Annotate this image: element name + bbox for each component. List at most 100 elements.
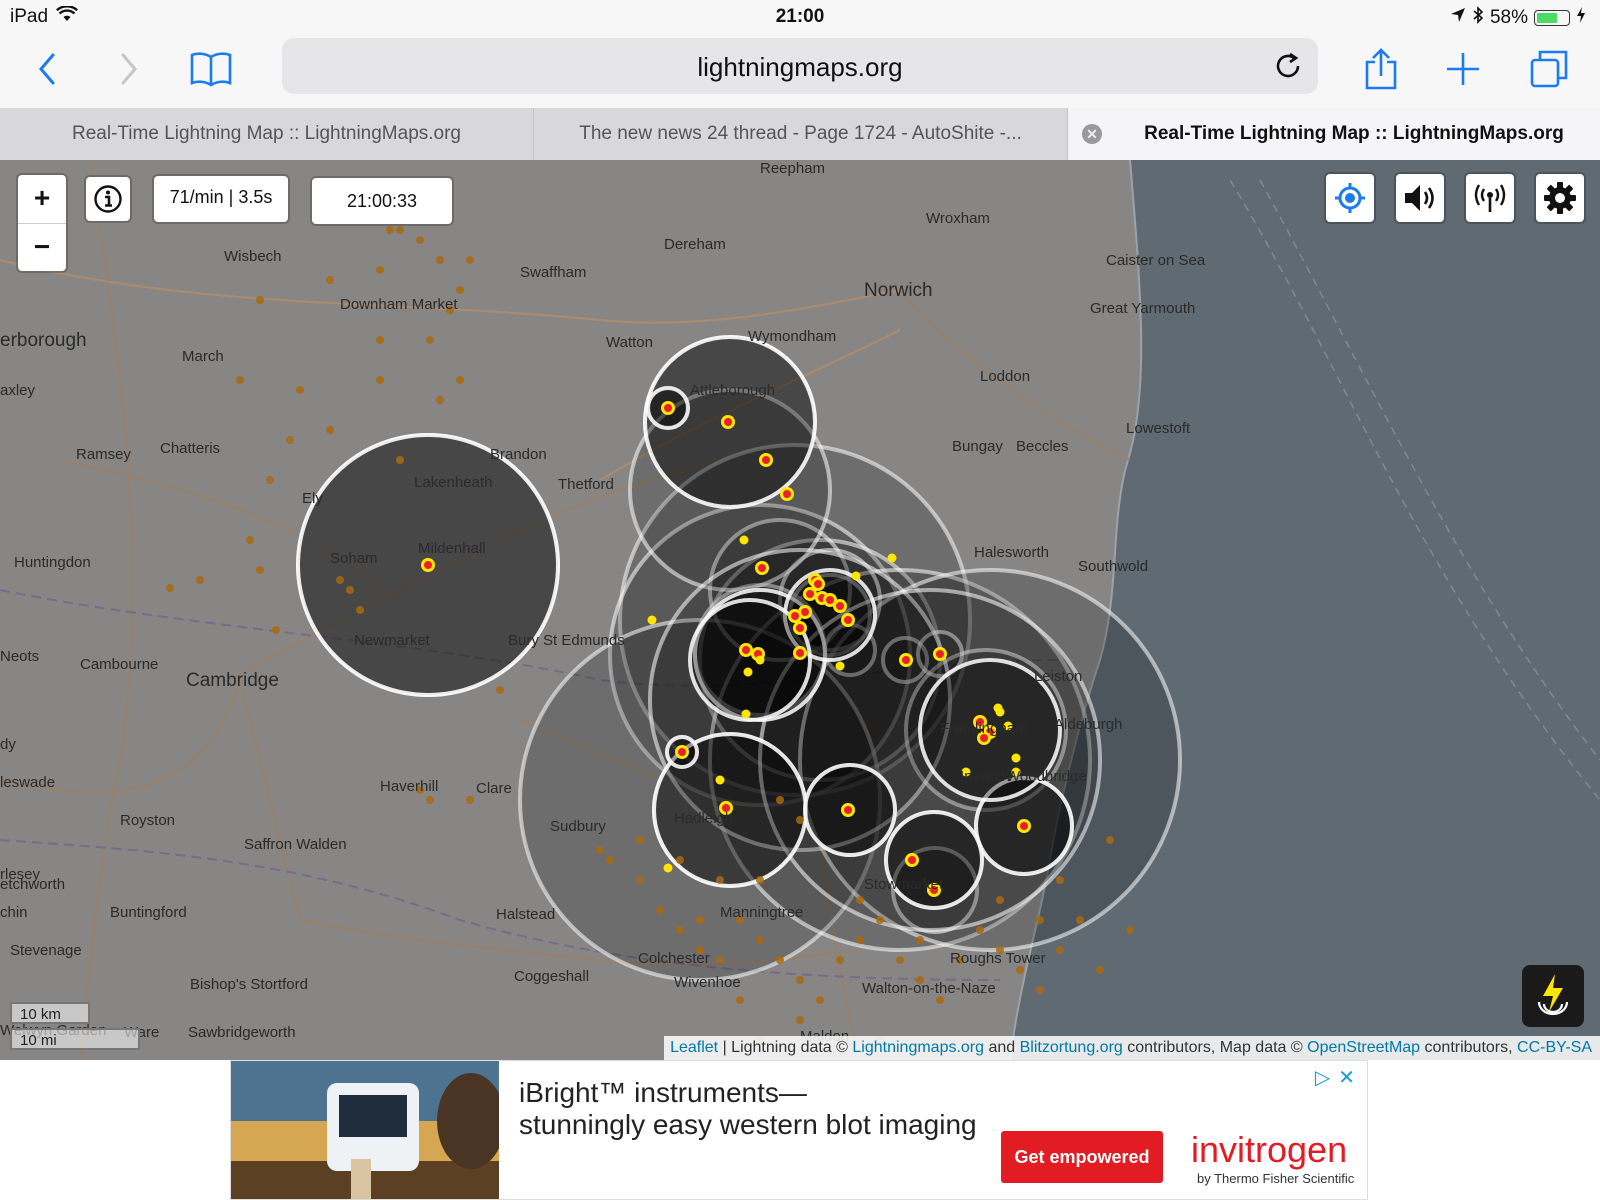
place-label: leswade	[0, 774, 56, 791]
place-label: Wisbech	[224, 248, 282, 265]
old-strike-dot	[1036, 986, 1044, 994]
place-label: Mildenhall	[418, 540, 486, 557]
speaker-icon	[1405, 185, 1434, 211]
old-strike-dot	[756, 936, 764, 944]
old-strike-dot	[636, 876, 644, 884]
old-strike-dot	[376, 266, 384, 274]
place-label: Huntingdon	[14, 554, 91, 571]
strike-dot	[678, 748, 686, 756]
place-label: March	[182, 348, 224, 365]
place-label: Haverhill	[380, 778, 439, 795]
charging-icon	[1576, 7, 1586, 29]
place-label: Sudbury	[550, 818, 606, 835]
strike-dot	[844, 616, 852, 624]
old-strike-dot	[336, 576, 344, 584]
recent-strike-dot	[715, 775, 725, 785]
recent-strike-dot	[755, 655, 765, 665]
ad-close-icon[interactable]: ✕	[1338, 1065, 1355, 1090]
old-strike-dot	[246, 536, 254, 544]
settings-button[interactable]	[1536, 174, 1584, 222]
old-strike-dot	[356, 606, 364, 614]
place-label: Beccles	[1016, 438, 1069, 455]
attribution-text: contributors,	[1420, 1039, 1518, 1056]
old-strike-dot	[466, 256, 474, 264]
close-tab-icon[interactable]: ✕	[1082, 124, 1102, 144]
license-link[interactable]: CC-BY-SA	[1517, 1039, 1592, 1056]
adchoices-icon[interactable]: ▷	[1315, 1065, 1330, 1090]
old-strike-dot	[286, 436, 294, 444]
battery-icon	[1534, 10, 1570, 26]
old-strike-dot	[386, 226, 394, 234]
place-label: Thetford	[558, 476, 614, 493]
old-strike-dot	[596, 846, 604, 854]
old-strike-dot	[466, 796, 474, 804]
place-label: Halesworth	[974, 544, 1050, 561]
place-label: Royston	[120, 812, 176, 829]
lightning-map[interactable]: Reepham Wroxham Wisbech Dereham Swaffham Cais…	[0, 160, 1600, 1060]
place-label: Brandon	[490, 446, 547, 463]
tab-autoshite[interactable]: The new news 24 thread - Page 1724 - Aut…	[534, 108, 1068, 160]
info-icon	[94, 185, 122, 213]
share-button[interactable]	[1356, 44, 1406, 94]
old-strike-dot	[256, 296, 264, 304]
old-strike-dot	[326, 276, 334, 284]
place-label: Woodbridge	[1006, 768, 1087, 785]
old-strike-dot	[296, 386, 304, 394]
antenna-icon	[1474, 184, 1506, 212]
strike-dot	[762, 456, 770, 464]
blitzortung-link[interactable]: Blitzortung.org	[1020, 1039, 1123, 1056]
location-arrow-icon	[1450, 7, 1466, 29]
zoom-out-button[interactable]: −	[18, 224, 66, 272]
leaflet-link[interactable]: Leaflet	[670, 1039, 718, 1056]
locate-button[interactable]	[1326, 174, 1374, 222]
old-strike-dot	[836, 956, 844, 964]
old-strike-dot	[456, 286, 464, 294]
bookmarks-button[interactable]	[186, 44, 236, 94]
zoom-in-button[interactable]: +	[18, 175, 66, 224]
address-bar[interactable]: lightningmaps.org	[282, 38, 1318, 94]
lightningmaps-link[interactable]: Lightningmaps.org	[852, 1039, 984, 1056]
reload-icon[interactable]	[1272, 50, 1304, 82]
stations-button[interactable]	[1466, 174, 1514, 222]
place-label: Wroxham	[926, 210, 990, 227]
back-button[interactable]	[22, 44, 72, 94]
forward-button[interactable]	[104, 44, 154, 94]
place-label: Stowmarket	[864, 876, 944, 893]
strike-dot	[724, 418, 732, 426]
place-label: Watton	[606, 334, 653, 351]
old-strike-dot	[676, 926, 684, 934]
strike-dot	[1020, 822, 1028, 830]
recent-strike-dot	[663, 863, 673, 873]
strike-overlay	[166, 226, 1182, 1044]
strike-dot	[796, 649, 804, 657]
openstreetmap-link[interactable]: OpenStreetMap	[1307, 1039, 1420, 1056]
strike-dot	[902, 656, 910, 664]
recent-strike-dot	[647, 615, 657, 625]
strike-dot	[908, 856, 916, 864]
tab-lightning-1[interactable]: Real-Time Lightning Map :: LightningMaps…	[0, 108, 534, 160]
tabs-overview-button[interactable]	[1524, 44, 1574, 94]
old-strike-dot	[1076, 916, 1084, 924]
advertisement-banner[interactable]: iBright™ instruments— stunningly easy we…	[230, 1060, 1368, 1200]
old-strike-dot	[376, 336, 384, 344]
ad-cta-button[interactable]: Get empowered	[1001, 1131, 1163, 1183]
old-strike-dot	[1016, 966, 1024, 974]
place-label: Norwich	[864, 280, 933, 301]
map-attribution: Leaflet | Lightning data © Lightningmaps…	[664, 1036, 1600, 1060]
tab-label: The new news 24 thread - Page 1724 - Aut…	[579, 123, 1022, 144]
strike-rate: 71/min | 3.5s	[154, 176, 288, 222]
place-label: Wymondham	[748, 328, 837, 345]
place-label: Aldeburgh	[1054, 716, 1123, 733]
sound-button[interactable]	[1396, 174, 1444, 222]
new-tab-button[interactable]	[1438, 44, 1488, 94]
ios-status-bar: iPad 21:00 58%	[0, 0, 1600, 34]
recent-strike-dot	[1011, 753, 1021, 763]
old-strike-dot	[656, 906, 664, 914]
tab-lightning-active[interactable]: ✕ Real-Time Lightning Map :: LightningMa…	[1068, 108, 1600, 160]
lightningmaps-logo-button[interactable]	[1522, 965, 1584, 1027]
old-strike-dot	[856, 896, 864, 904]
old-strike-dot	[916, 936, 924, 944]
info-button[interactable]	[86, 177, 130, 221]
attribution-text: contributors, Map data ©	[1122, 1039, 1308, 1056]
old-strike-dot	[896, 956, 904, 964]
